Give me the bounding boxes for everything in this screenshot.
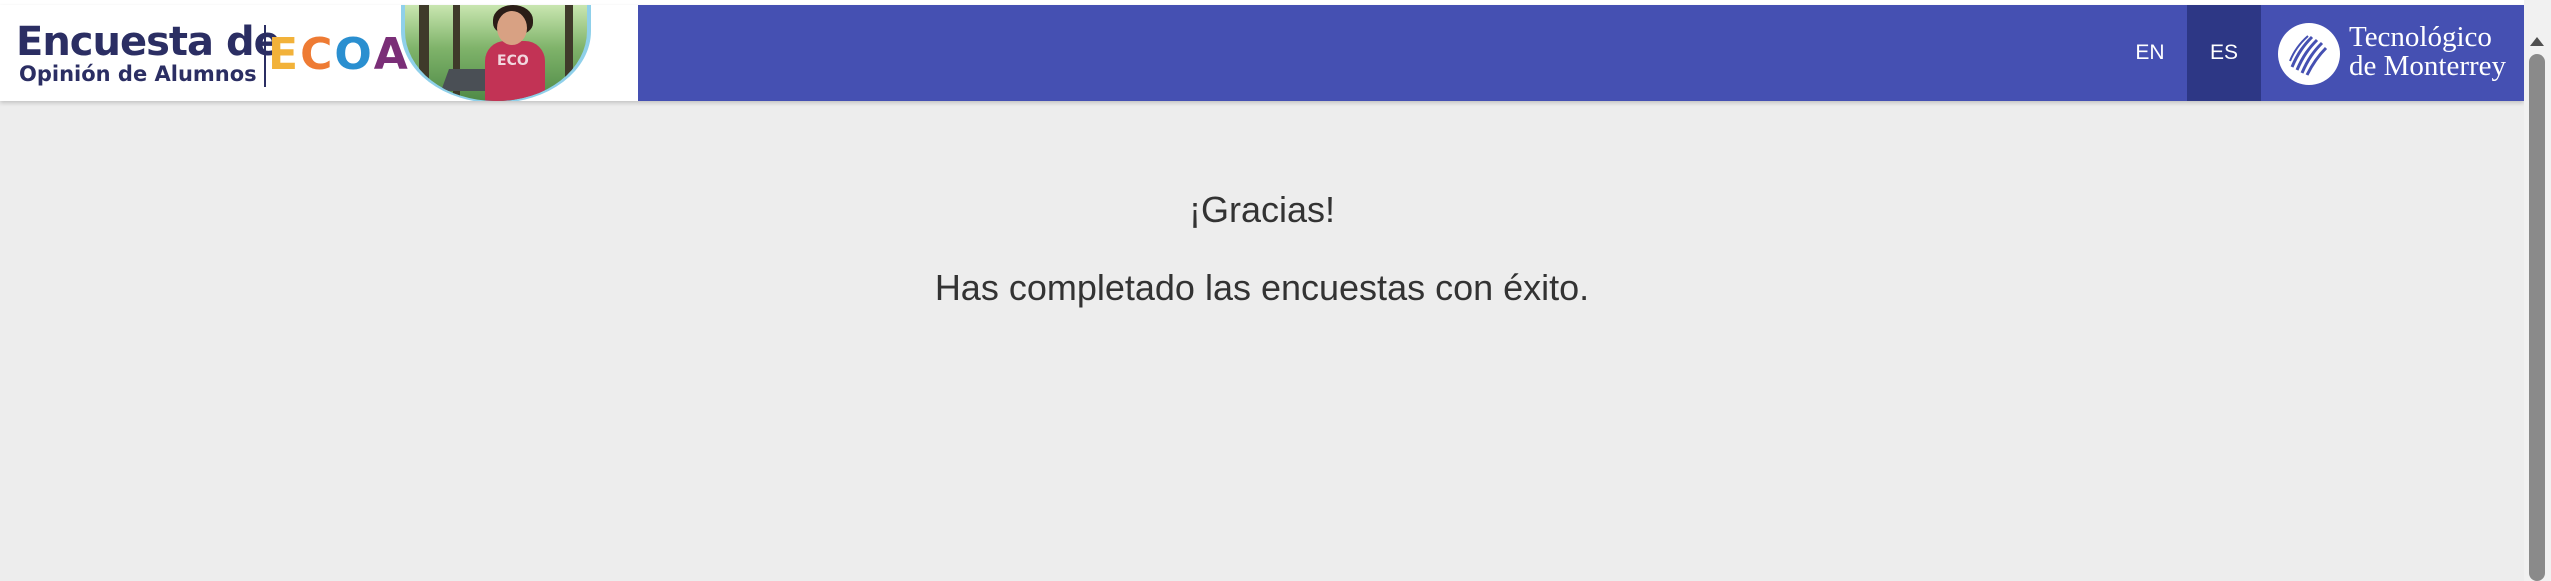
scroll-up-arrow-icon[interactable]: [2530, 37, 2544, 46]
institution-name-line2: de Monterrey: [2349, 50, 2507, 82]
tec-logo-graphic: [2279, 24, 2339, 84]
completion-message: Has completado las encuestas con éxito.: [934, 267, 1590, 308]
tec-de-monterrey-logo-icon: [2278, 23, 2340, 85]
tree-trunk: [565, 5, 573, 101]
banner-photo: ECO: [405, 5, 587, 101]
scrollbar-thumb[interactable]: [2529, 54, 2545, 581]
brand-divider: [264, 25, 266, 87]
student-shirt: [485, 41, 545, 101]
institution-name-line1: Tecnológico: [2349, 21, 2492, 53]
ecoa-letter-e: E: [268, 29, 301, 80]
brand-subtitle: Opinión de Alumnos: [19, 62, 257, 86]
shirt-text: ECO: [497, 53, 529, 69]
brand-title: Encuesta de: [16, 19, 281, 65]
ecoa-banner: Encuesta de Opinión de Alumnos ECOA ECO: [0, 5, 638, 101]
thanks-heading: ¡Gracias!: [1188, 189, 1336, 230]
tree-trunk: [419, 5, 429, 101]
page: Encuesta de Opinión de Alumnos ECOA ECO …: [0, 0, 2551, 581]
institution-name: Tecnológico de Monterrey: [2349, 23, 2506, 81]
ecoa-letter-c: C: [300, 29, 335, 80]
ecoa-letter-o: O: [334, 29, 374, 80]
student-head: [497, 11, 527, 45]
header-bar: Encuesta de Opinión de Alumnos ECOA ECO …: [0, 5, 2524, 101]
lang-es-button[interactable]: ES: [2187, 5, 2261, 101]
lang-en-button[interactable]: EN: [2113, 5, 2187, 101]
ecoa-logo: ECOA: [268, 31, 410, 79]
